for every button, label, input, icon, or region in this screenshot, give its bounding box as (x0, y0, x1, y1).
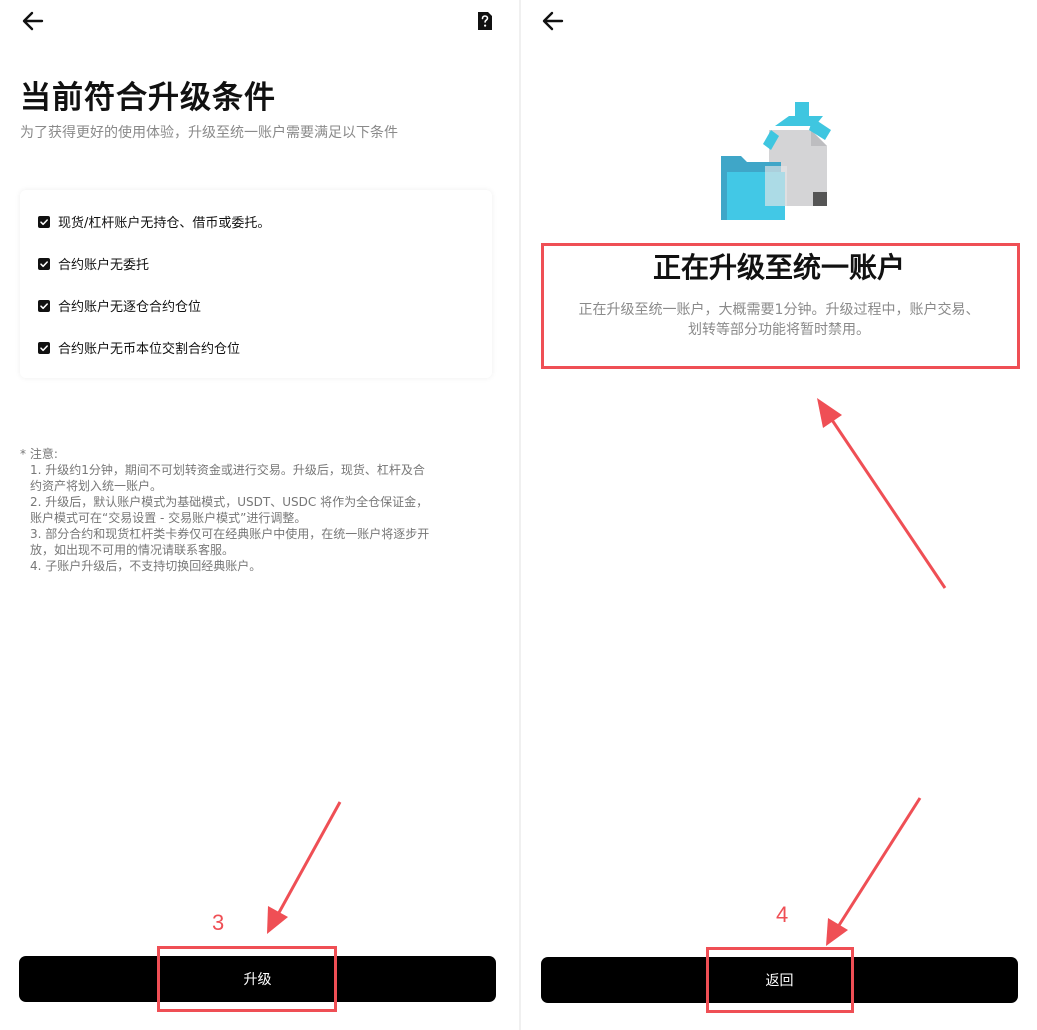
note-line: 2. 升级后，默认账户模式为基础模式，USDT、USDC 将作为全仓保证金， (30, 495, 429, 509)
checked-checkbox-icon (38, 215, 50, 228)
conditions-card: 现货/杠杆账户无持仓、借币或委托。 合约账户无委托 合约账户无逐仓合约仓位 合约… (20, 190, 492, 378)
folder-document-upgrade-illustration (717, 100, 841, 224)
checked-checkbox-icon (38, 257, 50, 270)
notes-section: * 注意: 1. 升级约1分钟，期间不可划转资金或进行交易。升级后，现货、杠杆及… (20, 446, 498, 574)
highlight-box-upgrade (157, 946, 337, 1012)
upgrading-screen: 正在升级至统一账户 正在升级至统一账户，大概需要1分钟。升级过程中，账户交易、 … (521, 0, 1037, 1030)
checked-checkbox-icon (38, 341, 50, 354)
condition-text: 现货/杠杆账户无持仓、借币或委托。 (58, 216, 271, 231)
step-number-4: 4 (776, 902, 789, 927)
condition-text: 合约账户无委托 (58, 258, 150, 273)
back-arrow-icon[interactable] (541, 9, 565, 33)
note-line: 4. 子账户升级后，不支持切换回经典账户。 (30, 559, 262, 573)
upgrade-conditions-screen: 当前符合升级条件 为了获得更好的使用体验，升级至统一账户需要满足以下条件 现货/… (0, 0, 519, 1030)
note-line: 放，如出现不可用的情况请联系客服。 (30, 543, 235, 557)
note-line: 1. 升级约1分钟，期间不可划转资金或进行交易。升级后，现货、杠杆及合 (30, 463, 425, 477)
note-line: 账户模式可在“交易设置 - 交易账户模式”进行调整。 (30, 511, 307, 525)
note-line: 约资产将划入统一账户。 (30, 479, 163, 493)
notes-heading: * 注意: (20, 447, 58, 461)
condition-item: 合约账户无委托 (38, 254, 149, 273)
page-subtitle: 为了获得更好的使用体验，升级至统一账户需要满足以下条件 (20, 125, 398, 141)
note-line: 3. 部分合约和现货杠杆类卡券仅可在经典账户中使用，在统一账户将逐步开 (30, 527, 430, 541)
highlight-box-title (541, 243, 1020, 369)
condition-text: 合约账户无逐仓合约仓位 (58, 300, 202, 315)
page-title: 当前符合升级条件 (20, 80, 276, 116)
condition-text: 合约账户无币本位交割合约仓位 (58, 342, 241, 357)
highlight-box-return (706, 947, 854, 1013)
condition-item: 合约账户无逐仓合约仓位 (38, 296, 201, 315)
back-arrow-icon[interactable] (21, 9, 45, 33)
help-document-icon[interactable] (476, 11, 494, 31)
checked-checkbox-icon (38, 299, 50, 312)
step-number-3: 3 (212, 910, 225, 935)
condition-item: 现货/杠杆账户无持仓、借币或委托。 (38, 212, 270, 231)
condition-item: 合约账户无币本位交割合约仓位 (38, 338, 240, 357)
